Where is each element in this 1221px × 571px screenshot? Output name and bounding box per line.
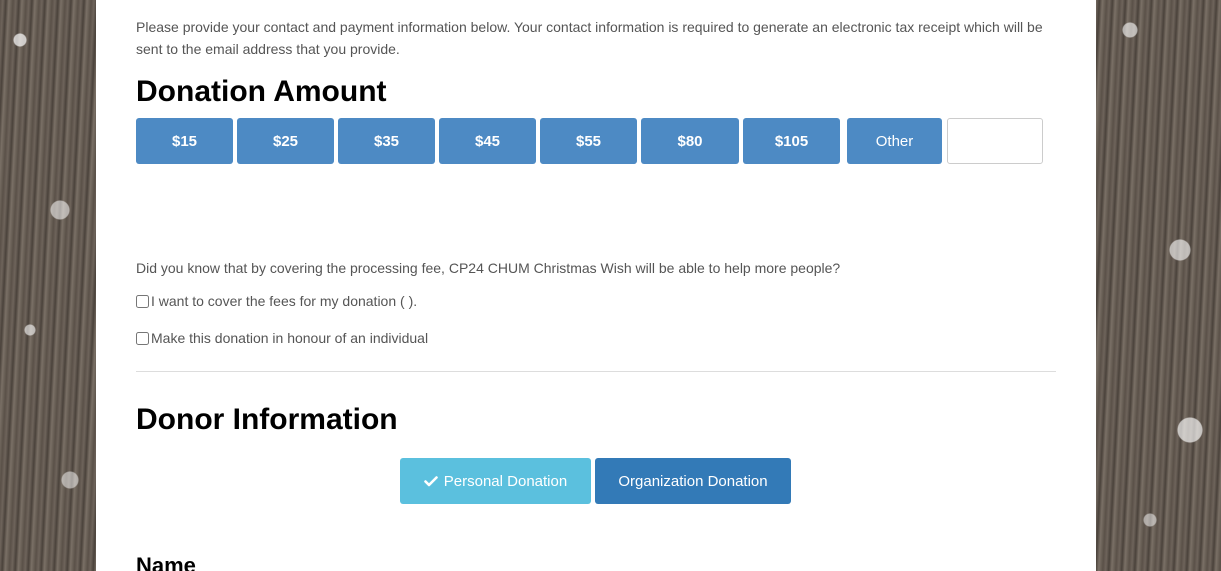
donation-amount-title: Donation Amount <box>136 75 387 108</box>
amount-button-15[interactable]: $15 <box>136 118 233 164</box>
amount-button-25[interactable]: $25 <box>237 118 334 164</box>
other-amount-input[interactable] <box>947 118 1043 164</box>
organization-donation-button[interactable]: Organization Donation <box>595 458 791 504</box>
name-heading: Name <box>136 553 196 571</box>
personal-donation-button[interactable]: Personal Donation <box>400 458 591 504</box>
amount-button-105[interactable]: $105 <box>743 118 840 164</box>
background-right <box>1096 0 1221 571</box>
background-left <box>0 0 96 571</box>
intro-text: Please provide your contact and payment … <box>136 19 1043 57</box>
amount-button-35[interactable]: $35 <box>338 118 435 164</box>
donation-form-panel: Please provide your contact and payment … <box>96 0 1096 571</box>
amount-button-55[interactable]: $55 <box>540 118 637 164</box>
honour-donation-checkbox[interactable] <box>136 331 149 345</box>
amount-button-45[interactable]: $45 <box>439 118 536 164</box>
organization-donation-label: Organization Donation <box>618 472 768 490</box>
personal-donation-label: Personal Donation <box>443 472 568 490</box>
amount-button-80[interactable]: $80 <box>641 118 739 164</box>
cover-fees-label: I want to cover the fees for my donation… <box>151 293 418 309</box>
amount-button-other[interactable]: Other <box>847 118 942 164</box>
cover-fees-option[interactable]: I want to cover the fees for my donation… <box>136 293 417 309</box>
cover-fees-checkbox[interactable] <box>136 294 149 308</box>
check-icon <box>423 476 438 487</box>
section-divider <box>136 371 1056 372</box>
honour-donation-option[interactable]: Make this donation in honour of an indiv… <box>136 330 428 346</box>
donor-information-title: Donor Information <box>136 403 398 436</box>
honour-donation-label: Make this donation in honour of an indiv… <box>151 330 429 346</box>
processing-fee-question: Did you know that by covering the proces… <box>136 260 841 276</box>
